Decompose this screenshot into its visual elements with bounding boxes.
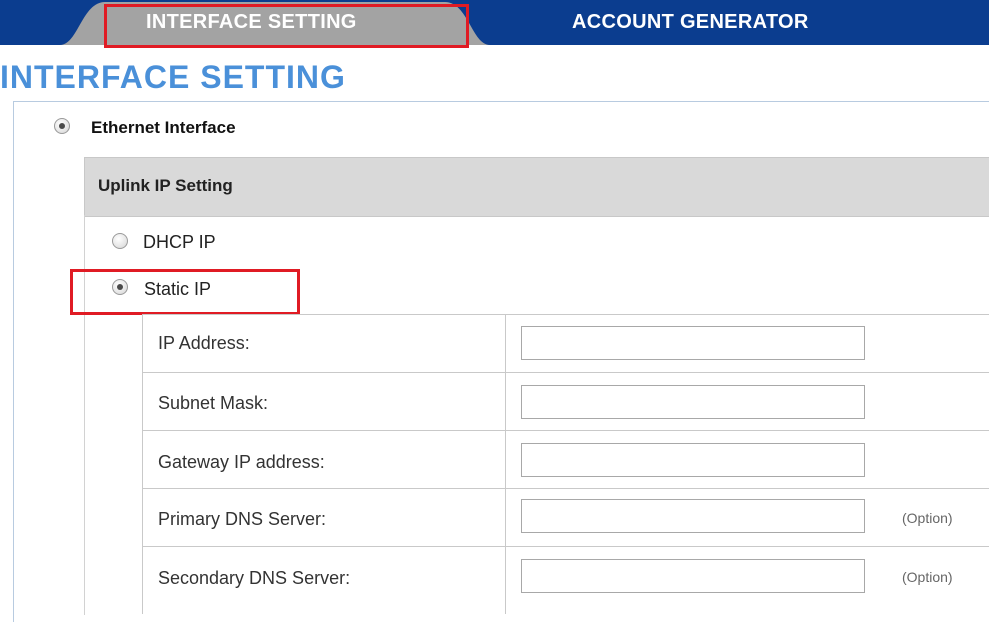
page-title: INTERFACE SETTING — [0, 59, 346, 95]
tab-account-generator[interactable]: ACCOUNT GENERATOR — [572, 0, 809, 45]
static-ip-radio[interactable] — [112, 279, 128, 295]
uplink-ip-setting-title: Uplink IP Setting — [98, 176, 233, 195]
static-ip-label: Static IP — [144, 279, 212, 299]
dhcp-ip-label: DHCP IP — [143, 232, 216, 252]
ip-address-input[interactable] — [521, 326, 865, 360]
ethernet-interface-radio[interactable] — [54, 118, 70, 134]
ethernet-interface-label: Ethernet Interface — [91, 118, 236, 137]
subnet-mask-input[interactable] — [521, 385, 865, 419]
dhcp-ip-radio[interactable] — [112, 233, 128, 249]
subnet-mask-label: Subnet Mask: — [158, 393, 269, 413]
secondary-dns-label: Secondary DNS Server: — [158, 568, 351, 588]
secondary-dns-input[interactable] — [521, 559, 865, 593]
primary-dns-input[interactable] — [521, 499, 865, 533]
ip-address-label: IP Address: — [158, 333, 250, 353]
primary-dns-option-note: (Option) — [902, 510, 953, 526]
gateway-ip-input[interactable] — [521, 443, 865, 477]
secondary-dns-option-note: (Option) — [902, 569, 953, 585]
primary-dns-label: Primary DNS Server: — [158, 509, 327, 529]
gateway-ip-label: Gateway IP address: — [158, 452, 325, 472]
tab-interface-setting[interactable]: INTERFACE SETTING — [146, 0, 357, 45]
